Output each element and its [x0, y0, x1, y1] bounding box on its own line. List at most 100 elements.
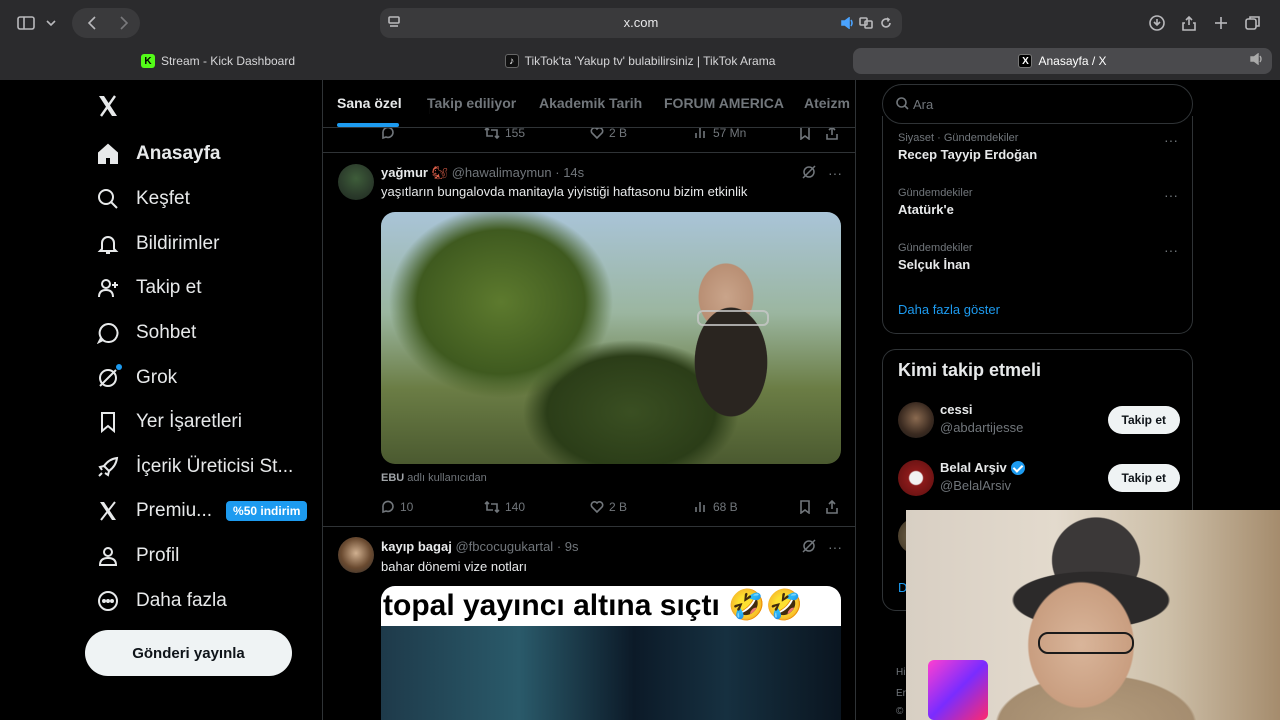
post-button[interactable]: Gönderi yayınla — [85, 630, 292, 676]
bookmark-button[interactable] — [799, 126, 816, 140]
show-more-link[interactable]: Daha fazla göster — [898, 302, 1000, 317]
trend-item[interactable]: Siyaset · Gündemdekiler Recep Tayyip Erd… — [898, 132, 1178, 162]
reload-icon[interactable] — [878, 15, 894, 31]
follow-suggestion[interactable]: Belal Arşiv @BelalArsiv Takip et — [898, 458, 1180, 498]
speaker-icon[interactable] — [840, 15, 856, 31]
nav-notifications[interactable]: Bildirimler — [96, 229, 219, 259]
suggestion-name-row[interactable]: Belal Arşiv — [940, 460, 1025, 475]
grok-icon[interactable] — [802, 539, 816, 556]
new-tab-icon[interactable] — [1210, 10, 1232, 36]
display-name[interactable]: yağmur — [381, 165, 428, 180]
bookmark-icon — [96, 410, 120, 434]
nav-home[interactable]: Anasayfa — [96, 139, 221, 169]
avatar[interactable] — [338, 537, 374, 573]
more-options-icon[interactable]: ··· — [828, 165, 842, 182]
nav-label: Takip et — [136, 277, 202, 298]
avatar[interactable] — [338, 164, 374, 200]
footer-link[interactable]: Hi — [896, 667, 905, 678]
retweet-button[interactable]: 155 — [484, 126, 525, 140]
nav-profile[interactable]: Profil — [96, 541, 179, 571]
tiktok-icon: ♪ — [504, 54, 519, 68]
tab-for-you[interactable]: Sana özel — [337, 95, 402, 111]
share-icon[interactable] — [1178, 10, 1200, 36]
nav-grok[interactable]: Grok — [96, 363, 177, 393]
x-logo-icon[interactable] — [96, 94, 120, 123]
tweet-media[interactable]: topal yayıncı altına sıçtı 🤣🤣 — [381, 586, 841, 720]
nav-bookmarks[interactable]: Yer İşaretleri — [96, 407, 242, 437]
nav-label: Anasayfa — [136, 143, 221, 164]
tweet-video[interactable] — [381, 212, 841, 464]
back-button[interactable] — [80, 10, 104, 36]
rgb-lamp — [928, 660, 988, 720]
tweet-top-icons: ··· — [802, 539, 842, 556]
nav-label: Profil — [136, 545, 180, 566]
nav-more[interactable]: Daha fazla — [96, 586, 227, 616]
translate-icon[interactable] — [858, 15, 874, 31]
follow-suggestion[interactable]: cessi @abdartijesse Takip et — [898, 400, 1180, 440]
handle[interactable]: @fbcocugukartal — [455, 539, 553, 554]
nav-premium[interactable]: Premiu... %50 indirim — [96, 496, 308, 526]
tab-list-akademik-tarih[interactable]: Akademik Tarih — [539, 95, 642, 111]
rocket-icon — [96, 455, 120, 479]
grok-icon — [96, 364, 122, 390]
display-name[interactable]: kayıp bagaj — [381, 539, 452, 554]
source-user[interactable]: EBU — [381, 472, 404, 484]
more-options-icon[interactable]: ··· — [1164, 242, 1178, 258]
retweet-button[interactable]: 140 — [484, 500, 525, 514]
nav-explore[interactable]: Keşfet — [96, 184, 190, 214]
avatar[interactable] — [898, 460, 934, 496]
tab-overview-icon[interactable] — [1242, 10, 1264, 36]
suggestion-name[interactable]: cessi — [940, 402, 973, 417]
tab-bar: K Stream - Kick Dashboard ♪ TikTok'ta 'Y… — [0, 46, 1280, 114]
footer-link[interactable]: Er — [896, 688, 906, 699]
views-button[interactable]: 57 Mn — [694, 126, 746, 140]
tab-list-forum-america[interactable]: FORUM AMERICA — [664, 95, 784, 111]
grok-icon[interactable] — [802, 165, 816, 182]
bookmark-button[interactable] — [799, 500, 816, 514]
address-bar[interactable]: x.com — [380, 8, 902, 38]
sidebar-toggle-icon[interactable] — [14, 10, 38, 36]
tweet[interactable]: yağmur 🐿 @hawalimaymun · 14s ··· yaşıtla… — [323, 153, 855, 527]
tweet-actions: 10 140 2 B 68 B — [381, 498, 841, 518]
like-count: 2 B — [609, 500, 628, 514]
download-icon[interactable] — [1146, 10, 1168, 36]
active-tab-indicator — [337, 123, 399, 127]
more-options-icon[interactable]: ··· — [1164, 187, 1178, 203]
like-button[interactable]: 2 B — [590, 126, 627, 140]
suggestion-handle: @BelalArsiv — [940, 478, 1011, 493]
share-button[interactable] — [825, 500, 844, 514]
views-button[interactable]: 68 B — [694, 500, 738, 514]
tab-tiktok[interactable]: ♪ TikTok'ta 'Yakup tv' bulabilirsiniz | … — [430, 48, 850, 74]
share-button[interactable] — [825, 126, 844, 140]
tweet-header: yağmur 🐿 @hawalimaymun · 14s — [381, 165, 584, 181]
tab-kick[interactable]: K Stream - Kick Dashboard — [8, 48, 428, 74]
tab-following[interactable]: Takip ediliyor — [427, 95, 516, 111]
tab-x[interactable]: X Anasayfa / X — [853, 48, 1272, 74]
nav-chat[interactable]: Sohbet — [96, 318, 196, 348]
video-source: EBU adlı kullanıcıdan — [381, 472, 487, 484]
trend-item[interactable]: Gündemdekiler Atatürk'e ··· — [898, 187, 1178, 217]
nav-follow[interactable]: Takip et — [96, 273, 201, 303]
nav-label: Bildirimler — [136, 233, 220, 254]
follow-button[interactable]: Takip et — [1107, 406, 1180, 434]
chevron-down-icon[interactable] — [42, 10, 60, 36]
handle[interactable]: @hawalimaymun — [452, 165, 552, 180]
suggestion-handle: @abdartijesse — [940, 420, 1024, 435]
reply-button[interactable] — [381, 126, 400, 140]
avatar[interactable] — [898, 402, 934, 438]
reply-button[interactable]: 10 — [381, 500, 413, 514]
follow-button[interactable]: Takip et — [1107, 464, 1180, 492]
timestamp[interactable]: · 14s — [555, 165, 584, 180]
forward-button[interactable] — [112, 10, 136, 36]
nav-creator-studio[interactable]: İçerik Üreticisi St... — [96, 452, 293, 482]
tab-list-ateizm[interactable]: Ateizm — [804, 95, 850, 111]
nav-label: Keşfet — [136, 188, 190, 209]
timestamp[interactable]: · 9s — [557, 539, 579, 554]
tab-audio-icon[interactable] — [1250, 52, 1264, 68]
discount-badge[interactable]: %50 indirim — [226, 501, 308, 521]
more-options-icon[interactable]: ··· — [1164, 132, 1178, 148]
trend-item[interactable]: Gündemdekiler Selçuk İnan ··· — [898, 242, 1178, 272]
more-options-icon[interactable]: ··· — [828, 539, 842, 556]
like-button[interactable]: 2 B — [590, 500, 627, 514]
suggestion-name: Belal Arşiv — [940, 460, 1007, 475]
